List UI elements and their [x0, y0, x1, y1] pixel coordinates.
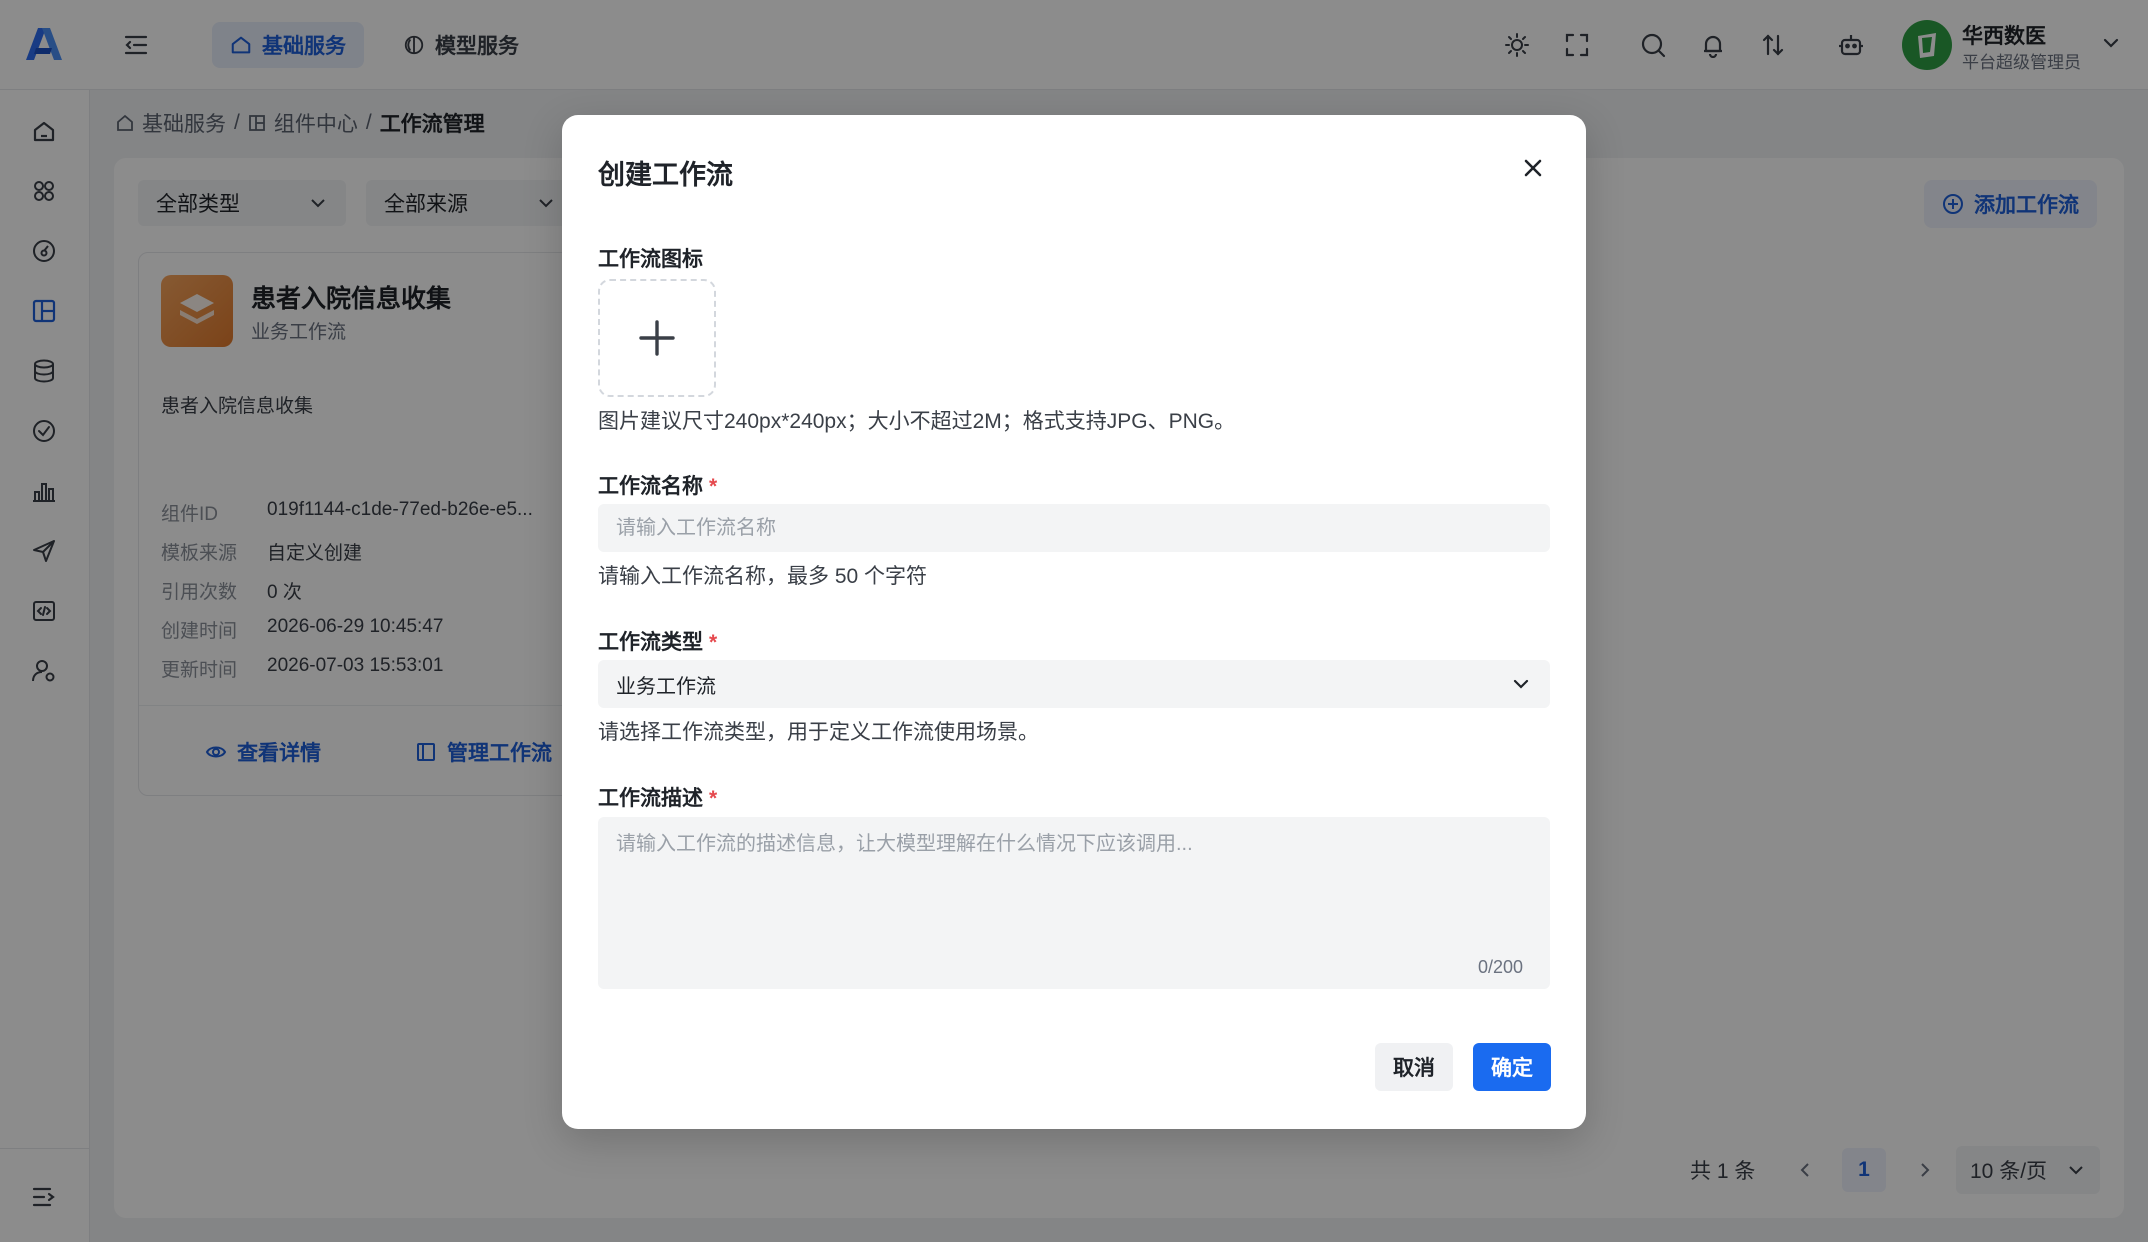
workflow-name-input[interactable]	[598, 504, 1550, 552]
close-icon[interactable]	[1518, 153, 1548, 183]
required-mark: *	[709, 631, 718, 654]
desc-field-label: 工作流描述 *	[598, 787, 718, 810]
confirm-button[interactable]: 确定	[1473, 1043, 1551, 1091]
plus-icon	[639, 320, 675, 356]
workflow-description-textarea[interactable]	[598, 817, 1550, 989]
required-mark: *	[709, 787, 718, 810]
required-mark: *	[709, 475, 718, 498]
cancel-button[interactable]: 取消	[1375, 1043, 1453, 1091]
name-field-label: 工作流名称 *	[598, 475, 718, 498]
dialog-title: 创建工作流	[598, 160, 733, 190]
chevron-down-icon	[1513, 679, 1529, 689]
type-hint: 请选择工作流类型，用于定义工作流使用场景。	[598, 721, 1039, 744]
workflow-type-select[interactable]: 业务工作流	[598, 660, 1550, 708]
icon-upload-hint: 图片建议尺寸240px*240px；大小不超过2M；格式支持JPG、PNG。	[598, 410, 1236, 433]
name-hint: 请输入工作流名称，最多 50 个字符	[598, 565, 928, 588]
workflow-type-value: 业务工作流	[616, 675, 716, 698]
type-field-label: 工作流类型 *	[598, 631, 718, 654]
create-workflow-dialog: 创建工作流 工作流图标 图片建议尺寸240px*240px；大小不超过2M；格式…	[562, 115, 1586, 1129]
description-char-counter: 0/200	[1478, 957, 1524, 977]
icon-upload-box[interactable]	[598, 279, 716, 397]
icon-field-label: 工作流图标	[598, 248, 703, 271]
